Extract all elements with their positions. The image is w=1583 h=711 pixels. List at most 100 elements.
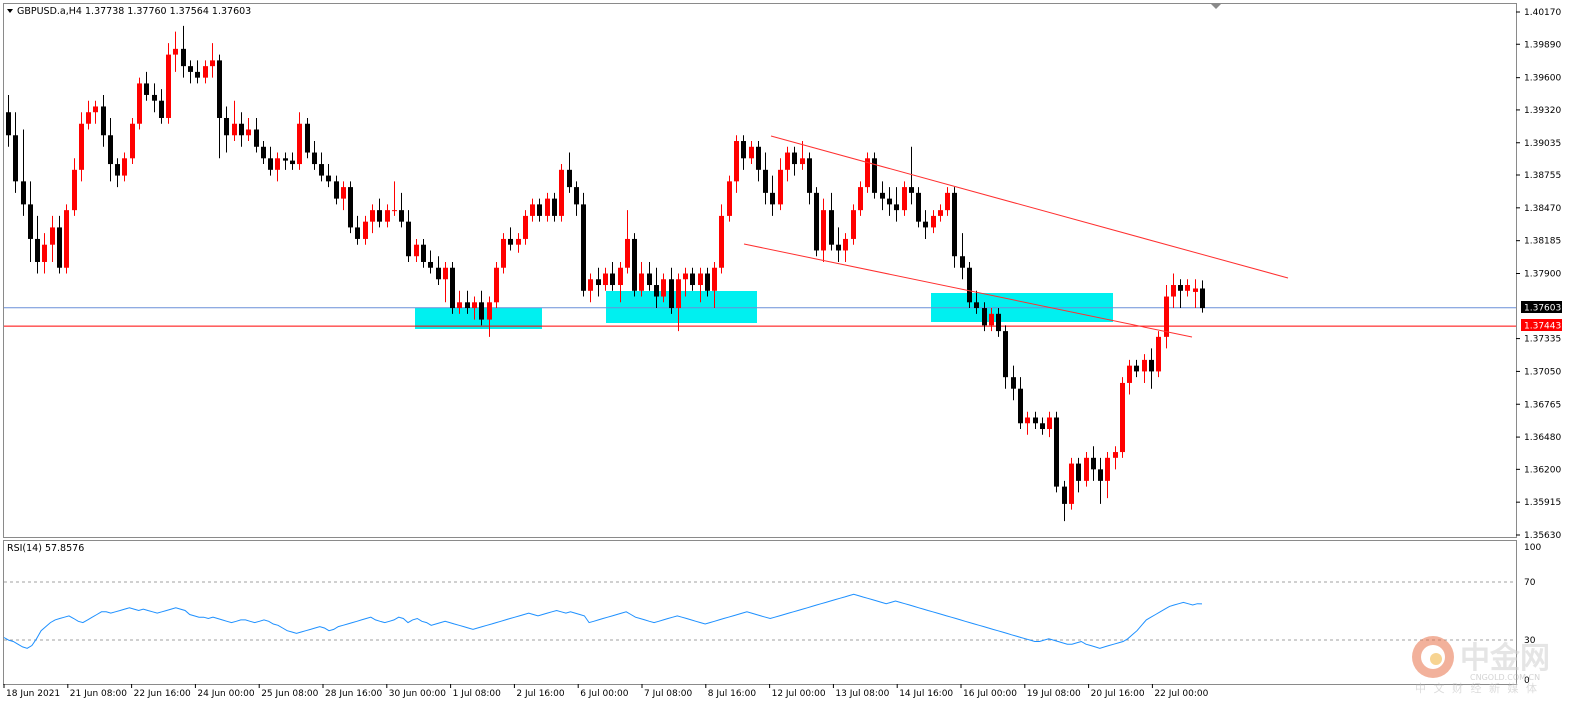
candle-bull	[93, 106, 98, 113]
candle-bear	[1062, 486, 1067, 504]
candle-bull	[232, 123, 237, 136]
candle-bear	[377, 210, 382, 222]
candle-bull	[931, 215, 936, 228]
candle-bull	[42, 244, 47, 262]
candle-bull	[414, 244, 419, 257]
candle-bull	[588, 279, 593, 291]
candle-bear	[450, 267, 455, 309]
candle-bear	[960, 256, 965, 268]
candle-bear	[152, 94, 157, 101]
current-price-label: 1.37603	[1524, 304, 1561, 314]
candle-bull	[902, 187, 907, 211]
price-tick-label: 1.37900	[1524, 270, 1561, 280]
candle-bear	[814, 192, 819, 251]
candle-bull	[1084, 457, 1089, 481]
candle-bull	[800, 158, 805, 165]
candle-bull	[625, 238, 630, 268]
candle-bull	[719, 215, 724, 268]
candle-bull	[1025, 417, 1030, 424]
candle-bear	[319, 164, 324, 176]
candle-bear	[610, 273, 615, 286]
candle-bull	[545, 198, 550, 216]
time-axis: 18 Jun 2021 21 Jun 08:00 22 Jun 16:00 24 Ju…	[3, 684, 1209, 699]
candle-bull	[530, 204, 535, 216]
price-tick-label: 1.36200	[1524, 465, 1561, 475]
watermark-domain: CNGOLD.COM.CN	[1470, 673, 1540, 682]
candle-bear	[399, 210, 404, 222]
time-tick-label: 8 Jul 16:00	[708, 689, 757, 699]
rsi-panel-frame	[3, 540, 1517, 685]
candle-bull	[1193, 288, 1198, 292]
candle-bear	[35, 238, 40, 262]
candle-bear	[188, 66, 193, 72]
candle-bear	[807, 158, 812, 193]
candle-bear	[1098, 469, 1103, 481]
rsi-tick-70: 70	[1524, 578, 1536, 588]
candle-bear	[952, 192, 957, 257]
candle-bear	[552, 198, 557, 216]
candle-bull	[712, 267, 717, 291]
candle-bull	[166, 54, 171, 118]
time-tick-label: 28 Jun 16:00	[325, 689, 382, 699]
candle-bear	[181, 48, 186, 67]
candle-bear	[1054, 417, 1059, 487]
candle-bear	[537, 204, 542, 216]
candle-bull	[843, 238, 848, 251]
candle-bull	[246, 129, 251, 136]
time-tick-label: 13 Jul 08:00	[835, 689, 889, 699]
candle-bull	[698, 273, 703, 286]
candle-bull	[137, 83, 142, 124]
candle-bear	[1018, 388, 1023, 424]
candle-bear	[406, 221, 411, 257]
price-tick-label: 1.35915	[1524, 498, 1561, 508]
candle-bull	[734, 141, 739, 182]
candle-bull	[64, 210, 69, 268]
candle-bull	[603, 273, 608, 286]
candle-bear	[982, 308, 987, 326]
price-tick-label: 1.38185	[1524, 237, 1561, 247]
time-tick-label: 20 Jul 16:00	[1091, 689, 1145, 699]
candle-bear	[283, 158, 288, 161]
price-tick-label: 1.36480	[1524, 433, 1561, 443]
candle-bull	[676, 279, 681, 309]
price-tick-label: 1.39600	[1524, 74, 1561, 84]
candle-bear	[632, 238, 637, 291]
candle-bull	[79, 123, 84, 170]
time-tick-label: 25 Jun 08:00	[261, 689, 318, 699]
candle-bull	[1164, 296, 1169, 337]
candle-bear	[268, 158, 273, 170]
candle-bull	[661, 279, 666, 297]
candle-bull	[559, 169, 564, 216]
candle-bear	[1040, 423, 1045, 430]
cngold-watermark: 中金网 CNGOLD.COM.CN 中 文 财 经 新 媒 体	[1412, 636, 1550, 695]
candle-bear	[1178, 285, 1183, 291]
candle-bear	[654, 285, 659, 297]
time-tick-label: 30 Jun 00:00	[389, 689, 446, 699]
time-tick-label: 19 Jul 08:00	[1027, 689, 1081, 699]
candle-bull	[778, 169, 783, 205]
candle-bear	[428, 261, 433, 268]
candle-bull	[1047, 417, 1052, 430]
candle-bear	[1134, 365, 1139, 372]
candle-bear	[305, 123, 310, 153]
candle-bull	[727, 181, 732, 216]
price-tick-label: 1.40170	[1524, 8, 1561, 18]
candle-bear	[479, 302, 484, 320]
candle-bull	[858, 187, 863, 211]
header-symbol: GBPUSD.a,H4	[17, 6, 82, 17]
candle-bull	[392, 210, 397, 212]
candle-bear	[421, 244, 426, 262]
candle-bear	[101, 106, 106, 136]
candle-bull	[370, 210, 375, 222]
candle-bear	[1091, 457, 1096, 470]
time-tick-label: 24 Jun 00:00	[197, 689, 254, 699]
candle-bear	[829, 210, 834, 245]
candle-bear	[792, 152, 797, 165]
candle-bear	[159, 100, 164, 118]
cngold-logo-core-icon	[1430, 653, 1442, 665]
candle-bear	[1033, 417, 1038, 424]
time-tick-label: 14 Jul 16:00	[899, 689, 953, 699]
candle-bull	[989, 313, 994, 326]
candle-bear	[887, 198, 892, 205]
candle-bull	[749, 146, 754, 159]
